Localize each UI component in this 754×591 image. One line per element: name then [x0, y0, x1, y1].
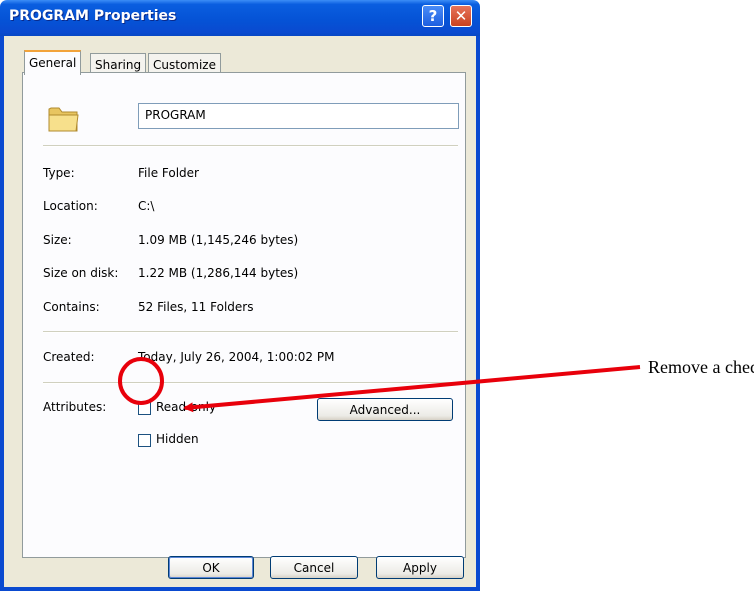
size-label: Size: [43, 233, 72, 247]
folder-icon [48, 107, 79, 132]
general-tab-panel: PROGRAM Type: File Folder Location: C:\ … [22, 72, 466, 558]
close-button[interactable]: ✕ [450, 5, 472, 27]
read-only-checkbox[interactable] [138, 402, 151, 415]
read-only-label[interactable]: Read-only [156, 400, 216, 414]
separator [43, 382, 458, 384]
location-value: C:\ [138, 199, 155, 213]
separator [43, 145, 458, 147]
window-title: PROGRAM Properties [9, 8, 177, 24]
contains-value: 52 Files, 11 Folders [138, 300, 254, 314]
ok-button[interactable]: OK [168, 556, 254, 579]
properties-dialog: PROGRAM Properties ? ✕ General Sharing C… [0, 0, 480, 591]
type-label: Type: [43, 166, 75, 180]
created-value: Today, July 26, 2004, 1:00:02 PM [138, 350, 335, 364]
hidden-label[interactable]: Hidden [156, 432, 199, 446]
folder-name-input[interactable]: PROGRAM [138, 103, 459, 129]
size-on-disk-value: 1.22 MB (1,286,144 bytes) [138, 266, 299, 280]
title-bar[interactable]: PROGRAM Properties ? ✕ [0, 0, 480, 36]
close-icon: ✕ [454, 7, 468, 25]
size-value: 1.09 MB (1,145,246 bytes) [138, 233, 299, 247]
dialog-client-area: General Sharing Customize PROGRAM Type: … [4, 36, 476, 587]
attributes-label: Attributes: [43, 400, 107, 414]
tab-general[interactable]: General [24, 50, 82, 75]
type-value: File Folder [138, 166, 199, 180]
cancel-button[interactable]: Cancel [270, 556, 358, 579]
annotation-text: Remove a check [648, 357, 754, 377]
hidden-checkbox[interactable] [138, 434, 151, 447]
size-on-disk-label: Size on disk: [43, 266, 119, 280]
contains-label: Contains: [43, 300, 100, 314]
advanced-button[interactable]: Advanced... [317, 398, 453, 421]
help-icon: ? [428, 7, 438, 25]
window-frame: General Sharing Customize PROGRAM Type: … [0, 36, 480, 591]
separator [43, 331, 458, 333]
created-label: Created: [43, 350, 95, 364]
location-label: Location: [43, 199, 98, 213]
help-button[interactable]: ? [422, 5, 444, 27]
apply-button[interactable]: Apply [376, 556, 464, 579]
